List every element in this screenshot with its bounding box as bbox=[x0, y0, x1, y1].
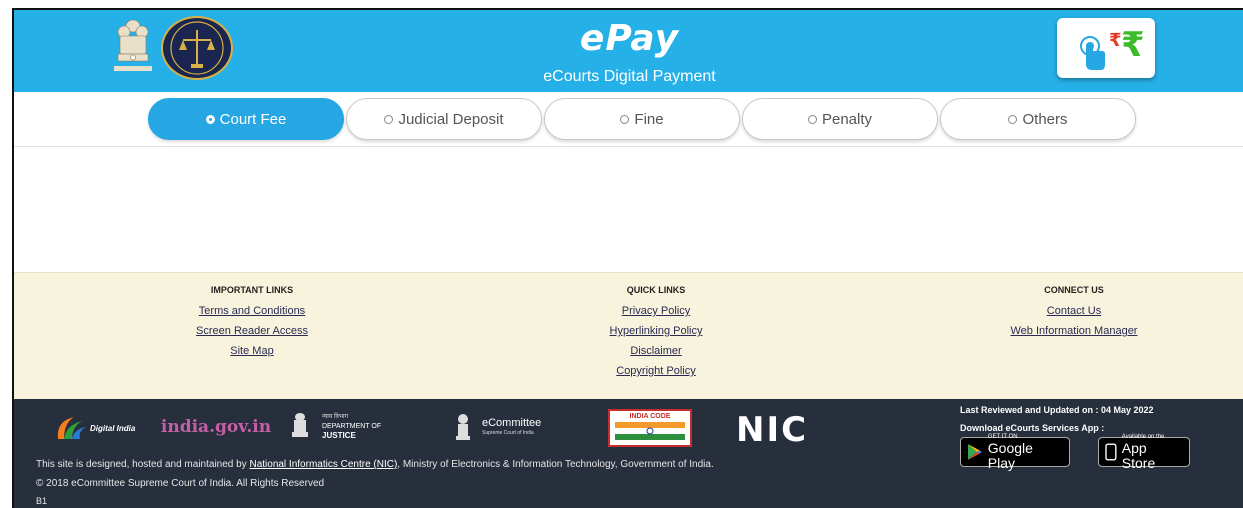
tab-penalty[interactable]: Penalty bbox=[742, 98, 938, 140]
build-label: B1 bbox=[36, 496, 48, 506]
ecommittee-text: eCommittee bbox=[482, 417, 542, 429]
doj-hindi-text: न्याय विभाग bbox=[322, 413, 348, 420]
ecommittee-logo[interactable]: eCommittee Supreme Court of India bbox=[454, 413, 541, 443]
india-code-flag-icon bbox=[615, 422, 685, 440]
doj-line2: JUSTICE bbox=[322, 430, 356, 440]
tab-others[interactable]: Others bbox=[940, 98, 1136, 140]
tab-label: Judicial Deposit bbox=[398, 110, 504, 128]
department-of-justice-logo[interactable]: न्याय विभाग DEPARTMENT OF JUSTICE bbox=[290, 411, 381, 441]
app-store-big-text: App Store bbox=[1121, 439, 1156, 471]
tab-label: Others bbox=[1022, 110, 1068, 128]
tab-label: Fine bbox=[634, 110, 664, 128]
india-code-logo[interactable]: INDIA CODE bbox=[608, 409, 692, 447]
epay-page: ePay eCourts Digital Payment ₹ ₹ Court F… bbox=[12, 8, 1243, 508]
link-terms-and-conditions[interactable]: Terms and Conditions bbox=[102, 301, 402, 321]
doj-line1: DEPARTMENT OF bbox=[322, 422, 382, 430]
tab-fine[interactable]: Fine bbox=[544, 98, 740, 140]
tab-label: Penalty bbox=[821, 110, 873, 128]
connect-us-heading: CONNECT US bbox=[1044, 285, 1104, 295]
link-screen-reader-access[interactable]: Screen Reader Access bbox=[102, 321, 402, 341]
india-gov-logo[interactable]: india.gov.in bbox=[161, 409, 271, 445]
digital-india-icon bbox=[57, 417, 86, 439]
header-banner: ePay eCourts Digital Payment ₹ ₹ bbox=[14, 10, 1243, 92]
india-gov-text: india.gov.in bbox=[160, 417, 272, 437]
ecommittee-emblem-icon bbox=[456, 414, 470, 440]
app-store-button[interactable]: Available on the App Store bbox=[1098, 434, 1190, 470]
emblem-icon bbox=[292, 413, 308, 437]
link-disclaimer[interactable]: Disclaimer bbox=[506, 341, 806, 361]
important-links-column: IMPORTANT LINKS Terms and Conditions Scr… bbox=[102, 285, 402, 361]
google-play-button[interactable]: GET IT ON Google Play bbox=[960, 434, 1070, 470]
big-rupee-symbol: ₹ bbox=[1121, 25, 1145, 65]
google-play-big-text: Google Play bbox=[987, 439, 1033, 471]
apple-phone-icon bbox=[1105, 443, 1117, 461]
radio-icon bbox=[807, 114, 817, 124]
radio-icon bbox=[384, 114, 394, 124]
footer-links-section: IMPORTANT LINKS Terms and Conditions Scr… bbox=[14, 272, 1243, 399]
download-app-text: Download eCourts Services App : bbox=[960, 423, 1105, 433]
site-footer: Digital India india.gov.in न्याय विभाग D… bbox=[14, 399, 1243, 508]
quick-links-heading: QUICK LINKS bbox=[626, 285, 686, 295]
link-copyright-policy[interactable]: Copyright Policy bbox=[506, 361, 806, 381]
nic-text: NIC bbox=[736, 410, 809, 450]
digital-india-logo[interactable]: Digital India bbox=[54, 413, 135, 443]
credit-suffix: , Ministry of Electronics & Information … bbox=[397, 459, 714, 470]
radio-icon bbox=[1008, 114, 1018, 124]
quick-links-column: QUICK LINKS Privacy Policy Hyperlinking … bbox=[506, 285, 806, 381]
tap-to-pay-icon: ₹ ₹ bbox=[1080, 25, 1145, 70]
epay-logo: ₹ ₹ bbox=[1057, 18, 1155, 78]
radio-icon bbox=[620, 114, 630, 124]
credit-prefix: This site is designed, hosted and mainta… bbox=[36, 459, 247, 470]
connect-us-column: CONNECT US Contact Us Web Information Ma… bbox=[924, 285, 1224, 341]
tab-divider bbox=[14, 146, 1243, 147]
link-site-map[interactable]: Site Map bbox=[102, 341, 402, 361]
tab-judicial-deposit[interactable]: Judicial Deposit bbox=[346, 98, 542, 140]
link-contact-us[interactable]: Contact Us bbox=[924, 301, 1224, 321]
site-credit-text: This site is designed, hosted and mainta… bbox=[36, 459, 714, 470]
copyright-text: © 2018 eCommittee Supreme Court of India… bbox=[36, 478, 325, 489]
ecommittee-sub-text: Supreme Court of India bbox=[482, 430, 534, 436]
digital-india-text: Digital India bbox=[90, 423, 136, 433]
link-nic[interactable]: National Informatics Centre (NIC) bbox=[249, 459, 397, 470]
nic-logo[interactable]: NIC bbox=[736, 413, 808, 447]
tab-court-fee[interactable]: Court Fee bbox=[148, 98, 344, 140]
important-links-heading: IMPORTANT LINKS bbox=[210, 285, 294, 295]
india-code-text: INDIA CODE bbox=[629, 413, 671, 420]
tab-label: Court Fee bbox=[219, 110, 287, 128]
small-rupee-symbol: ₹ bbox=[1109, 30, 1122, 51]
google-play-icon bbox=[967, 444, 982, 460]
last-reviewed-text: Last Reviewed and Updated on : 04 May 20… bbox=[960, 405, 1154, 415]
link-web-information-manager[interactable]: Web Information Manager bbox=[924, 321, 1224, 341]
link-hyperlinking-policy[interactable]: Hyperlinking Policy bbox=[506, 321, 806, 341]
radio-icon bbox=[205, 114, 215, 124]
link-privacy-policy[interactable]: Privacy Policy bbox=[506, 301, 806, 321]
